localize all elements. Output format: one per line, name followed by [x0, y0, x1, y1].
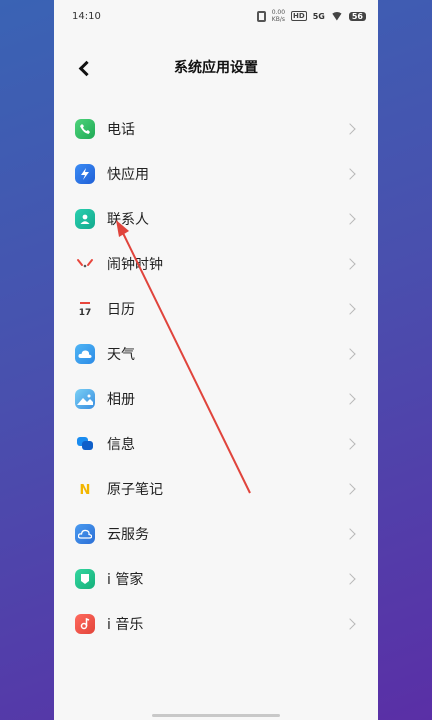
list-item-notes[interactable]: N 原子笔记	[54, 466, 378, 511]
list-item-label: i 管家	[107, 571, 144, 588]
list-item-i-music[interactable]: i 音乐	[54, 601, 378, 646]
list-item-album[interactable]: 相册	[54, 376, 378, 421]
chevron-right-icon	[344, 212, 356, 225]
list-item-label: 信息	[107, 436, 135, 453]
list-item-label: 快应用	[107, 166, 149, 183]
chevron-right-icon	[344, 167, 356, 180]
vibrate-icon	[256, 10, 266, 22]
page-title: 系统应用设置	[174, 60, 258, 76]
list-item-label: 日历	[107, 301, 135, 318]
list-item-label: i 音乐	[107, 616, 144, 633]
chevron-right-icon	[344, 257, 356, 270]
calendar-icon: 17	[75, 299, 95, 319]
list-item-alarm-clock[interactable]: 闹钟时钟	[54, 241, 378, 286]
svg-text:17: 17	[79, 308, 92, 317]
chevron-right-icon	[344, 572, 356, 585]
hd-icon: HD	[291, 11, 307, 21]
battery-icon: 56	[348, 11, 366, 21]
list-item-weather[interactable]: 天气	[54, 331, 378, 376]
network-5g-icon: 5G	[312, 11, 325, 21]
list-item-contacts[interactable]: 联系人	[54, 196, 378, 241]
alarm-clock-icon	[75, 254, 95, 274]
chevron-right-icon	[344, 347, 356, 360]
page-header: 系统应用设置	[54, 32, 378, 104]
wifi-icon	[330, 11, 343, 21]
home-indicator[interactable]	[152, 714, 280, 717]
list-item-messages[interactable]: 信息	[54, 421, 378, 466]
i-manager-icon	[75, 568, 95, 589]
phone-screen: 14:10 0.00 KB/s HD 5G 56 系统应用设置 电话 快应用 联…	[54, 0, 378, 720]
list-item-label: 天气	[107, 346, 135, 363]
chevron-right-icon	[344, 302, 356, 315]
i-music-icon	[75, 613, 95, 634]
net-speed: 0.00 KB/s	[271, 9, 286, 23]
chevron-right-icon	[344, 527, 356, 540]
status-icons: 0.00 KB/s HD 5G 56	[256, 9, 366, 23]
notes-icon: N	[75, 479, 95, 499]
quick-app-icon	[75, 163, 95, 184]
contacts-icon	[75, 208, 95, 229]
album-icon	[75, 388, 95, 409]
list-item-cloud-service[interactable]: 云服务	[54, 511, 378, 556]
list-item-label: 闹钟时钟	[107, 256, 163, 273]
svg-text:N: N	[80, 483, 91, 497]
chevron-right-icon	[344, 482, 356, 495]
list-item-label: 云服务	[107, 526, 149, 543]
settings-list: 电话 快应用 联系人 闹钟时钟 17 日历 天气 相册 信息 N 原子笔记 云服…	[54, 106, 378, 646]
status-bar: 14:10 0.00 KB/s HD 5G 56	[54, 0, 378, 32]
status-time: 14:10	[72, 10, 101, 22]
messages-icon	[75, 434, 95, 454]
list-item-label: 原子笔记	[107, 481, 163, 498]
phone-icon	[75, 118, 95, 139]
chevron-right-icon	[344, 437, 356, 450]
list-item-phone[interactable]: 电话	[54, 106, 378, 151]
list-item-calendar[interactable]: 17 日历	[54, 286, 378, 331]
list-item-label: 联系人	[107, 211, 149, 228]
weather-icon	[75, 343, 95, 364]
list-item-label: 相册	[107, 391, 135, 408]
list-item-i-manager[interactable]: i 管家	[54, 556, 378, 601]
list-item-quick-app[interactable]: 快应用	[54, 151, 378, 196]
chevron-right-icon	[344, 392, 356, 405]
cloud-service-icon	[75, 523, 95, 544]
chevron-right-icon	[344, 617, 356, 630]
list-item-label: 电话	[107, 121, 135, 138]
chevron-right-icon	[344, 122, 356, 135]
